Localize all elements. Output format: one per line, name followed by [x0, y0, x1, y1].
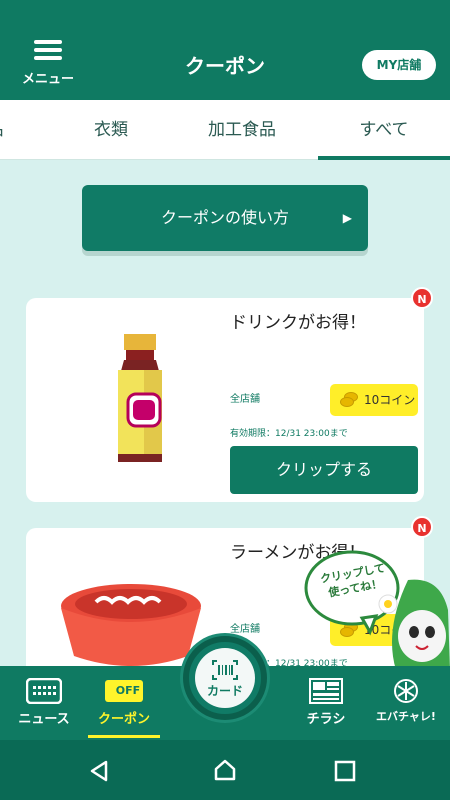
tab-clothing[interactable]: 衣類	[72, 100, 150, 160]
nav-flyer-label: チラシ	[306, 712, 346, 727]
card-button[interactable]: カード	[183, 636, 267, 720]
store-label: 全店舗	[230, 394, 260, 405]
home-icon[interactable]	[213, 758, 237, 782]
news-keyboard-icon	[26, 678, 62, 704]
drink-bottle-image	[118, 334, 162, 462]
barcode-icon	[212, 660, 238, 680]
coupon-title: ドリンクがお得！	[230, 313, 366, 333]
card-button-label: カード	[206, 684, 243, 698]
category-tabs: 品 衣類 加工食品 すべて	[0, 100, 450, 160]
app-header: メニュー クーポン MY店舗	[0, 0, 450, 100]
recent-apps-icon[interactable]	[334, 760, 356, 782]
system-navigation-bar	[0, 740, 450, 800]
nav-evachare-label: エバチャレ!	[376, 710, 436, 723]
nav-coupon-label: クーポン	[97, 712, 150, 727]
mascot-character: クリップして 使ってね！	[300, 540, 450, 670]
nav-coupon[interactable]: OFF クーポン	[84, 666, 164, 740]
back-icon[interactable]	[88, 760, 110, 782]
nav-news[interactable]: ニュース	[4, 666, 84, 740]
how-to-use-coupons-button[interactable]: クーポンの使い方 ▶	[82, 185, 368, 251]
clip-button[interactable]: クリップする	[230, 446, 418, 494]
coin-amount: 10コイン	[364, 393, 416, 407]
nav-flyer[interactable]: チラシ	[286, 666, 366, 740]
snowflake-icon	[394, 679, 418, 703]
coin-badge: 10コイン	[330, 384, 418, 416]
nav-news-label: ニュース	[18, 712, 70, 727]
coupon-ticket-icon: OFF	[105, 680, 143, 702]
coin-icon	[340, 392, 358, 408]
play-arrow-icon: ▶	[342, 211, 352, 225]
my-store-button[interactable]: MY店舗	[362, 50, 436, 80]
expiry-text: 有効期限：12/31 23:00まで	[230, 429, 348, 439]
flyer-icon	[309, 678, 343, 704]
mascot-illustration	[304, 550, 450, 670]
tab-partial[interactable]: 品	[0, 100, 20, 160]
card-button-inner: カード	[195, 648, 255, 708]
tab-all[interactable]: すべて	[318, 100, 450, 160]
nav-evachare[interactable]: エバチャレ!	[366, 666, 446, 740]
store-label: 全店舗	[230, 624, 260, 635]
new-badge: N	[411, 516, 433, 538]
tab-processed-food[interactable]: 加工食品	[190, 100, 294, 160]
how-to-label: クーポンの使い方	[160, 208, 289, 227]
coupon-card[interactable]: ドリンクがお得！ 全店舗 10コイン 有効期限：12/31 23:00まで クリ…	[26, 298, 424, 502]
new-badge: N	[411, 287, 433, 309]
ramen-bowl-image	[61, 584, 201, 666]
